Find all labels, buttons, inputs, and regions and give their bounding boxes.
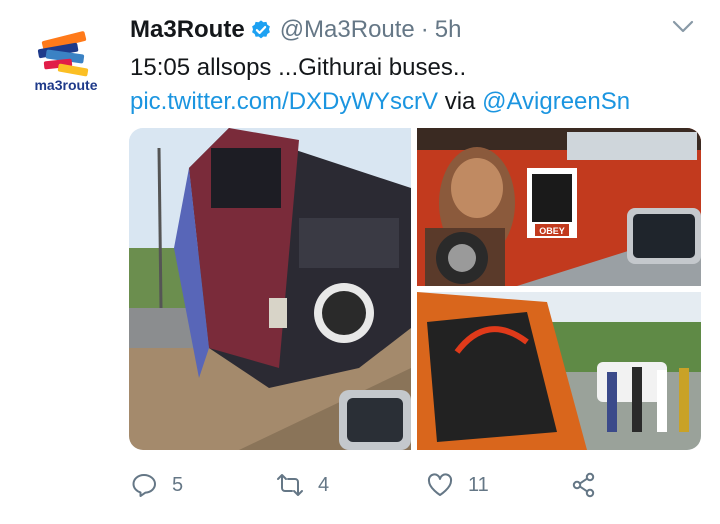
tweet-actions: 5 4 11 — [130, 468, 610, 502]
bus-photo-3-image — [417, 292, 701, 450]
reply-button[interactable]: 5 — [130, 468, 183, 502]
obey-sign-text: OBEY — [539, 226, 565, 236]
reply-count: 5 — [172, 473, 184, 496]
like-button[interactable]: 11 — [426, 468, 489, 502]
photo-bus-side[interactable]: OBEY — [417, 128, 701, 286]
tweet-text-line: 15:05 allsops ...Githurai buses.. — [130, 54, 467, 81]
photo-bus-front[interactable] — [417, 292, 701, 450]
verified-badge-icon — [251, 20, 270, 39]
chevron-down-icon[interactable] — [672, 20, 694, 34]
bus-photo-1-image — [129, 128, 411, 450]
retweet-button[interactable]: 4 — [276, 468, 329, 502]
retweet-count: 4 — [318, 473, 330, 496]
logo-text: ma3route — [34, 77, 97, 93]
media-link[interactable]: pic.twitter.com/DXDyWYscrV — [130, 88, 438, 115]
avatar[interactable]: ma3route — [22, 22, 110, 110]
tweet-text: 15:05 allsops ...Githurai buses.. — [130, 52, 466, 84]
like-count: 11 — [468, 473, 489, 496]
photo-bus-tilted[interactable] — [129, 128, 411, 450]
media-grid: OBEY — [129, 128, 701, 450]
tweet[interactable]: ma3route Ma3Route @Ma3Route · 5h 15:05 a… — [0, 0, 720, 524]
display-name[interactable]: Ma3Route — [130, 16, 245, 44]
share-icon — [572, 472, 595, 498]
via-word: via — [444, 88, 476, 115]
tweet-link-line: pic.twitter.com/DXDyWYscrV via @Avigreen… — [130, 86, 630, 118]
heart-icon — [427, 473, 453, 496]
reply-icon — [132, 474, 156, 497]
ma3route-logo: ma3route — [34, 31, 98, 93]
timestamp[interactable]: 5h — [435, 16, 462, 44]
tweet-header: Ma3Route @Ma3Route · 5h — [130, 14, 461, 46]
separator-dot: · — [420, 16, 429, 43]
bus-photo-2-image: OBEY — [417, 128, 701, 286]
share-button[interactable] — [570, 468, 612, 502]
handle[interactable]: @Ma3Route — [280, 16, 415, 44]
retweet-icon — [277, 474, 303, 496]
via-handle-link[interactable]: @AvigreenSn — [482, 88, 630, 115]
